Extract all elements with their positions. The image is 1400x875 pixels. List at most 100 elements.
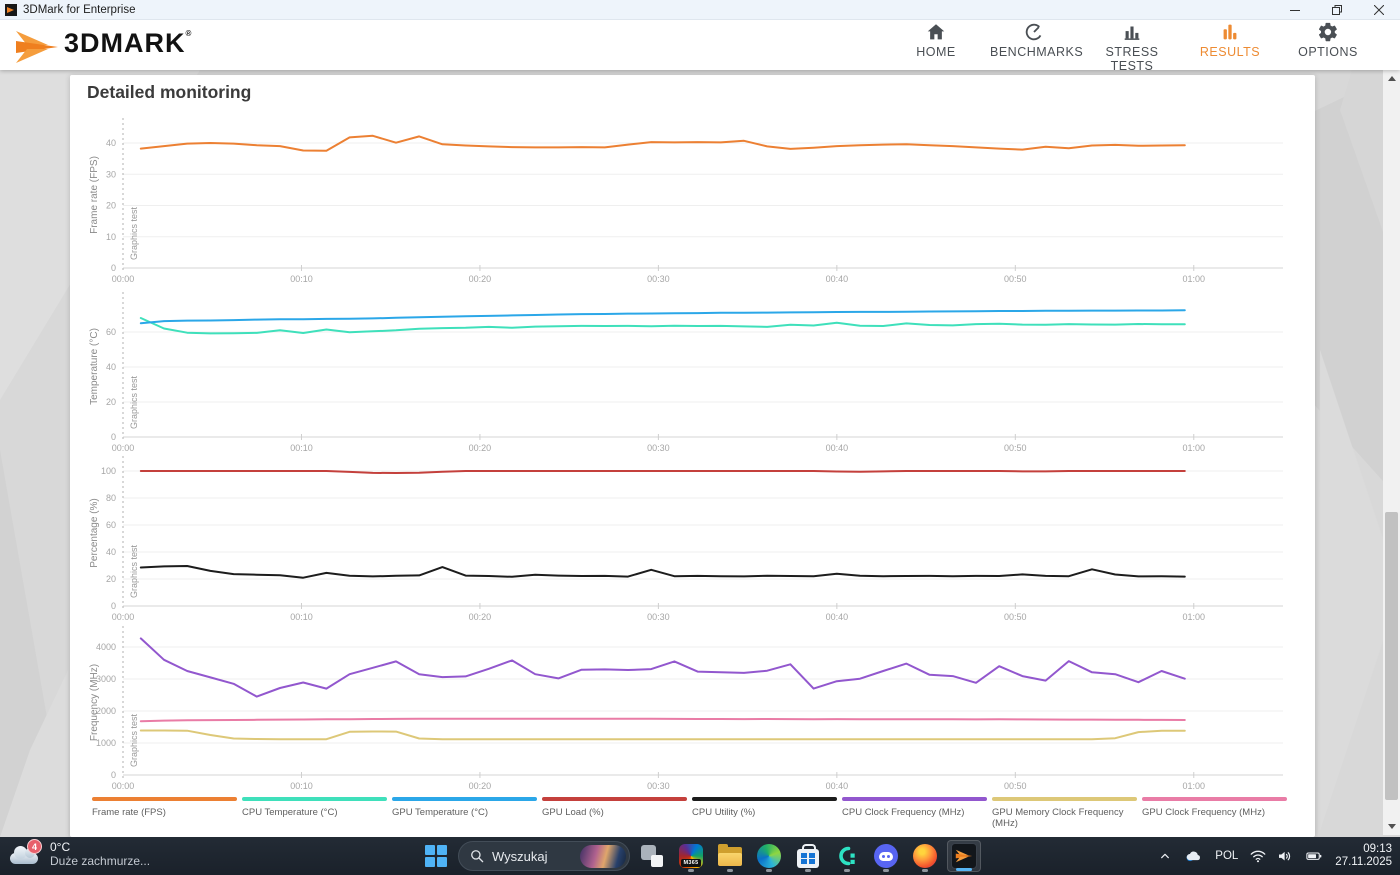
cloud-icon — [10, 853, 38, 864]
brand-logo: 3DMARK ® — [14, 23, 191, 67]
tray-chevron-button[interactable] — [1154, 841, 1176, 871]
chart-frame-rate: 01020304000:0000:1000:2000:3000:4000:500… — [70, 115, 1315, 295]
svg-text:00:10: 00:10 — [290, 274, 313, 284]
svg-text:00:50: 00:50 — [1004, 274, 1027, 284]
svg-text:00:10: 00:10 — [290, 781, 313, 791]
legend-item-cpu-temperature[interactable]: CPU Temperature (°C) — [242, 797, 387, 829]
svg-text:00:40: 00:40 — [826, 612, 849, 622]
firefox-button[interactable] — [908, 840, 942, 872]
close-button[interactable] — [1358, 0, 1400, 19]
svg-text:00:50: 00:50 — [1004, 781, 1027, 791]
battery-icon — [1303, 847, 1325, 865]
svg-text:30: 30 — [106, 169, 116, 179]
svg-text:0: 0 — [111, 601, 116, 611]
3dmark-app-button[interactable] — [947, 840, 981, 872]
search-icon — [468, 847, 486, 865]
legend-item-gpu-load[interactable]: GPU Load (%) — [542, 797, 687, 829]
volume-tray-button[interactable] — [1273, 841, 1297, 871]
svg-text:80: 80 — [106, 493, 116, 503]
store-bag-icon — [797, 849, 819, 868]
svg-text:10: 10 — [106, 232, 116, 242]
search-box[interactable]: Wyszukaj — [458, 841, 630, 871]
scroll-up-button[interactable] — [1383, 70, 1400, 87]
legend-color-bar — [992, 797, 1137, 801]
battery-tray-button[interactable] — [1300, 841, 1328, 871]
wifi-icon — [1249, 847, 1267, 865]
3dmark-icon — [951, 843, 977, 869]
svg-text:00:30: 00:30 — [647, 443, 670, 453]
svg-text:00:00: 00:00 — [112, 274, 135, 284]
window-titlebar: 3DMark for Enterprise — [0, 0, 1400, 20]
svg-text:00:30: 00:30 — [647, 781, 670, 791]
wifi-tray-button[interactable] — [1246, 841, 1270, 871]
weather-condition: Duże zachmurze... — [50, 854, 150, 868]
search-placeholder: Wyszukaj — [492, 849, 548, 864]
legend-item-gpu-clock[interactable]: GPU Clock Frequency (MHz) — [1142, 797, 1287, 829]
legend-item-cpu-clock[interactable]: CPU Clock Frequency (MHz) — [842, 797, 987, 829]
content-area: Detailed monitoring 01020304000:0000:100… — [0, 70, 1400, 837]
legend-item-gpu-memory-clock[interactable]: GPU Memory Clock Frequency (MHz) — [992, 797, 1137, 829]
chart-temperature: 020406000:0000:1000:2000:3000:4000:5001:… — [70, 285, 1315, 457]
nav-item-home[interactable]: HOME — [892, 18, 980, 73]
maximize-button[interactable] — [1316, 0, 1358, 19]
tray-time: 09:13 — [1335, 843, 1392, 856]
edge-browser-button[interactable] — [752, 840, 786, 872]
nav-item-stress-tests[interactable]: STRESS TESTS — [1088, 18, 1176, 73]
scroll-down-button[interactable] — [1383, 818, 1400, 835]
legend-color-bar — [1142, 797, 1287, 801]
svg-text:Graphics test: Graphics test — [129, 375, 139, 429]
svg-text:00:20: 00:20 — [469, 612, 492, 622]
svg-text:20: 20 — [106, 397, 116, 407]
main-nav: HOME BENCHMARKS STRESS TESTS RESULTS OPT… — [892, 18, 1372, 73]
gauge-icon — [990, 21, 1078, 43]
scrollbar-thumb[interactable] — [1385, 512, 1398, 800]
app-header: 3DMARK ® HOME BENCHMARKS STRESS TESTS R — [0, 20, 1400, 70]
svg-text:60: 60 — [106, 520, 116, 530]
notification-badge: 4 — [27, 839, 42, 854]
brand-text: 3DMARK — [64, 23, 186, 63]
legend-item-frame-rate[interactable]: Frame rate (FPS) — [92, 797, 237, 829]
onedrive-tray-button[interactable] — [1179, 841, 1207, 871]
svg-text:Graphics test: Graphics test — [129, 713, 139, 767]
windows-logo-icon — [425, 845, 447, 867]
svg-text:Graphics test: Graphics test — [129, 544, 139, 598]
m365-app-button[interactable]: M365 — [674, 840, 708, 872]
task-view-button[interactable] — [635, 840, 669, 872]
speaker-icon — [1276, 847, 1294, 865]
file-explorer-button[interactable] — [713, 840, 747, 872]
tray-clock[interactable]: 09:13 27.11.2025 — [1335, 843, 1392, 869]
start-button[interactable] — [419, 840, 453, 872]
nav-item-results[interactable]: RESULTS — [1186, 18, 1274, 73]
minimize-button[interactable] — [1274, 0, 1316, 19]
vertical-scrollbar[interactable] — [1383, 70, 1400, 835]
3dmark-arrow-icon — [14, 27, 60, 67]
legend-item-cpu-utility[interactable]: CPU Utility (%) — [692, 797, 837, 829]
onedrive-cloud-icon — [1182, 846, 1204, 866]
legend-item-gpu-temperature[interactable]: GPU Temperature (°C) — [392, 797, 537, 829]
svg-text:Temperature (°C): Temperature (°C) — [89, 328, 100, 405]
ul-app-icon — [835, 844, 859, 868]
ul-app-button[interactable] — [830, 840, 864, 872]
discord-button[interactable] — [869, 840, 903, 872]
nav-item-options[interactable]: OPTIONS — [1284, 18, 1372, 73]
legend-color-bar — [692, 797, 837, 801]
svg-text:01:00: 01:00 — [1183, 612, 1206, 622]
legend-color-bar — [92, 797, 237, 801]
folder-icon — [718, 847, 742, 866]
weather-widget[interactable]: 4 0°C Duże zachmurze... — [8, 840, 150, 868]
nav-item-benchmarks[interactable]: BENCHMARKS — [990, 18, 1078, 73]
svg-text:00:30: 00:30 — [647, 612, 670, 622]
edge-icon — [757, 844, 781, 868]
triangle-up-icon — [1388, 76, 1396, 81]
svg-text:40: 40 — [106, 547, 116, 557]
svg-text:60: 60 — [106, 327, 116, 337]
brand-registered-mark: ® — [186, 29, 192, 38]
svg-text:0: 0 — [111, 263, 116, 273]
svg-text:00:00: 00:00 — [112, 781, 135, 791]
svg-text:00:10: 00:10 — [290, 443, 313, 453]
legend-color-bar — [542, 797, 687, 801]
language-indicator[interactable]: POL — [1210, 850, 1243, 862]
svg-text:00:00: 00:00 — [112, 612, 135, 622]
microsoft-store-button[interactable] — [791, 840, 825, 872]
svg-text:00:10: 00:10 — [290, 612, 313, 622]
